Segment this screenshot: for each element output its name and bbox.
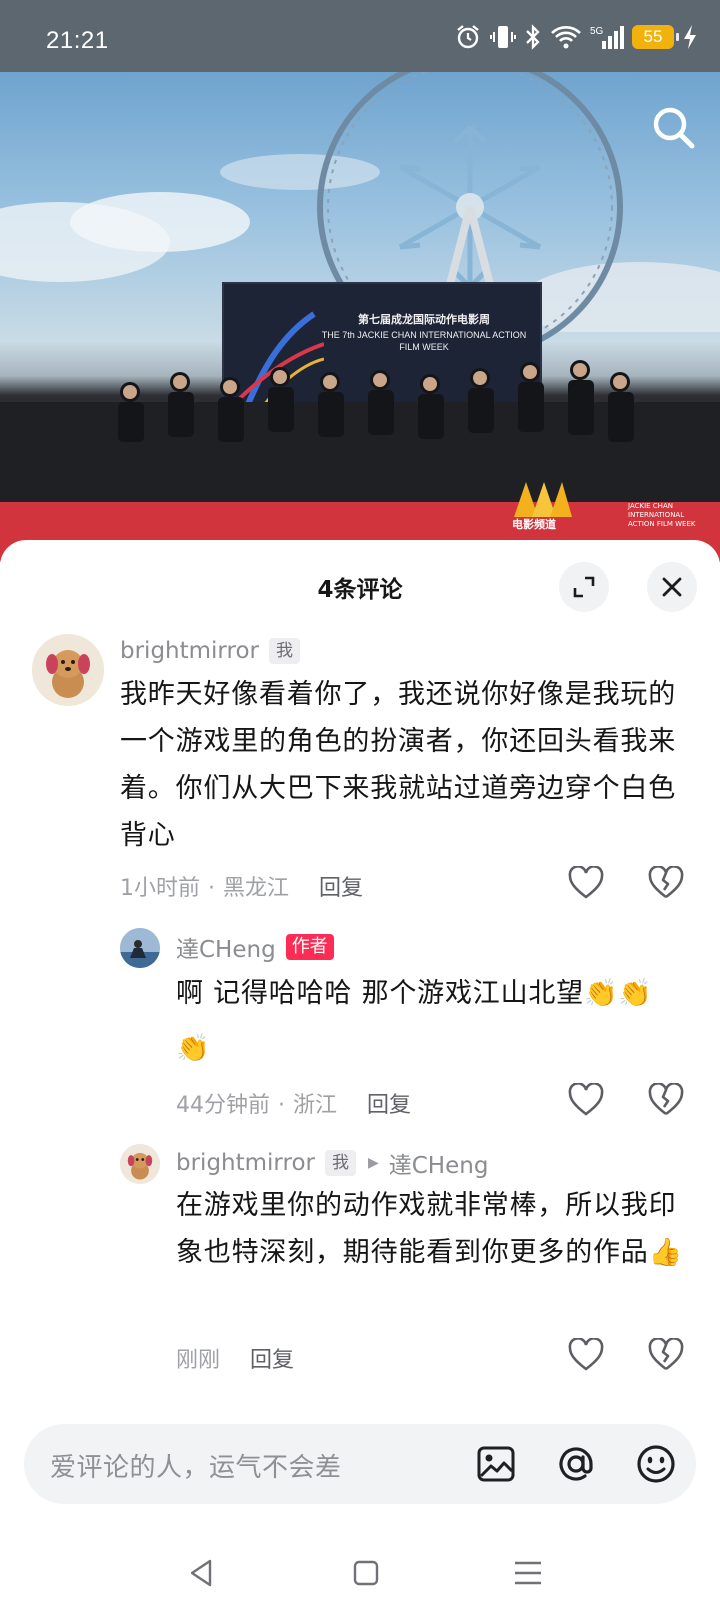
like-heart-icon[interactable] xyxy=(568,1338,604,1372)
author-avatar-icon xyxy=(120,928,160,968)
me-tag: 我 xyxy=(268,638,300,664)
status-time: 21:21 xyxy=(46,27,109,54)
expand-icon xyxy=(573,576,595,598)
comment-meta: 刚刚 回复 xyxy=(176,1342,294,1374)
home-icon[interactable] xyxy=(350,1557,382,1589)
festival-logo-label: JACKIE CHAN INTERNATIONAL ACTION FILM WE… xyxy=(628,502,696,528)
dislike-broken-heart-icon[interactable] xyxy=(648,1338,684,1372)
system-nav-bar xyxy=(0,1535,720,1609)
comment-time: 44分钟前 xyxy=(176,1093,270,1118)
dog-avatar-icon xyxy=(32,634,104,706)
comment-text[interactable]: 啊 记得哈哈哈 那个游戏江山北望👏👏👏 xyxy=(176,966,676,1076)
video-preview[interactable]: 第七届成龙国际动作电影周 THE 7th JACKIE CHAN INTERNA… xyxy=(0,72,720,562)
channel-logo-label: 电影频道 xyxy=(512,518,556,531)
avatar[interactable] xyxy=(120,928,160,968)
back-icon[interactable] xyxy=(186,1557,218,1589)
mention-icon[interactable] xyxy=(555,1443,597,1485)
status-bar: 21:21 5G 55 xyxy=(0,0,720,72)
avatar[interactable] xyxy=(32,634,104,706)
image-icon[interactable] xyxy=(475,1443,517,1485)
battery-indicator: 55 xyxy=(632,25,679,49)
comment-location: 浙江 xyxy=(293,1093,338,1118)
like-heart-icon[interactable] xyxy=(568,1083,604,1117)
username-text[interactable]: brightmirror xyxy=(120,638,259,664)
wifi-icon xyxy=(551,26,581,49)
cellular-signal-icon: 5G xyxy=(590,26,624,49)
charging-bolt-icon xyxy=(684,25,696,49)
reply-button[interactable]: 回复 xyxy=(319,876,363,901)
dog-avatar-icon xyxy=(120,1144,160,1184)
comment-username[interactable]: 達CHeng 作者 xyxy=(176,930,334,964)
reply-button[interactable]: 回复 xyxy=(250,1348,294,1373)
close-button[interactable] xyxy=(647,562,697,612)
vibrate-icon xyxy=(490,26,516,48)
comment-input-placeholder[interactable]: 爱评论的人，运气不会差 xyxy=(50,1447,342,1484)
comment-username[interactable]: brightmirror 我 ▶ 達CHeng xyxy=(176,1146,488,1180)
svg-text:5G: 5G xyxy=(590,26,604,37)
comments-count-title: 4条评论 xyxy=(317,577,403,603)
dislike-broken-heart-icon[interactable] xyxy=(648,1083,684,1117)
reply-button[interactable]: 回复 xyxy=(367,1093,411,1118)
comment-meta: 1小时前 · 黑龙江 回复 xyxy=(120,876,364,901)
bluetooth-icon xyxy=(526,24,540,50)
expand-button[interactable] xyxy=(559,562,609,612)
username-text[interactable]: brightmirror xyxy=(176,1150,315,1176)
me-tag: 我 xyxy=(324,1150,356,1176)
username-text[interactable]: 達CHeng xyxy=(176,930,276,964)
avatar[interactable] xyxy=(120,1144,160,1184)
comment-time: 刚刚 xyxy=(176,1348,221,1373)
comment-text[interactable]: 我昨天好像看着你了，我还说你好像是我玩的一个游戏里的角色的扮演者，你还回头看我来… xyxy=(120,671,690,859)
channel-logo-mark xyxy=(514,482,572,517)
alarm-icon xyxy=(457,25,479,49)
comment-time: 1小时前 xyxy=(120,876,200,901)
comment-meta: 44分钟前 · 浙江 回复 xyxy=(176,1093,412,1118)
dislike-broken-heart-icon[interactable] xyxy=(648,866,684,900)
status-icons: 5G 55 xyxy=(454,22,698,52)
reply-arrow-icon: ▶ xyxy=(367,1155,379,1171)
emoji-icon[interactable] xyxy=(635,1443,677,1485)
comment-location: 黑龙江 xyxy=(223,876,290,901)
crowd-illustration xyxy=(0,360,720,512)
author-tag: 作者 xyxy=(285,934,334,960)
reply-target-username[interactable]: 達CHeng xyxy=(389,1146,489,1180)
recents-icon[interactable] xyxy=(512,1557,544,1589)
close-icon xyxy=(662,577,682,597)
comment-username[interactable]: brightmirror 我 xyxy=(120,638,300,664)
like-heart-icon[interactable] xyxy=(568,866,604,900)
comment-text[interactable]: 在游戏里你的动作戏就非常棒，所以我印象也特深刻，期待能看到你更多的作品👍 xyxy=(176,1182,686,1276)
search-icon[interactable] xyxy=(650,104,698,152)
comment-input[interactable]: 爱评论的人，运气不会差 xyxy=(24,1424,696,1504)
